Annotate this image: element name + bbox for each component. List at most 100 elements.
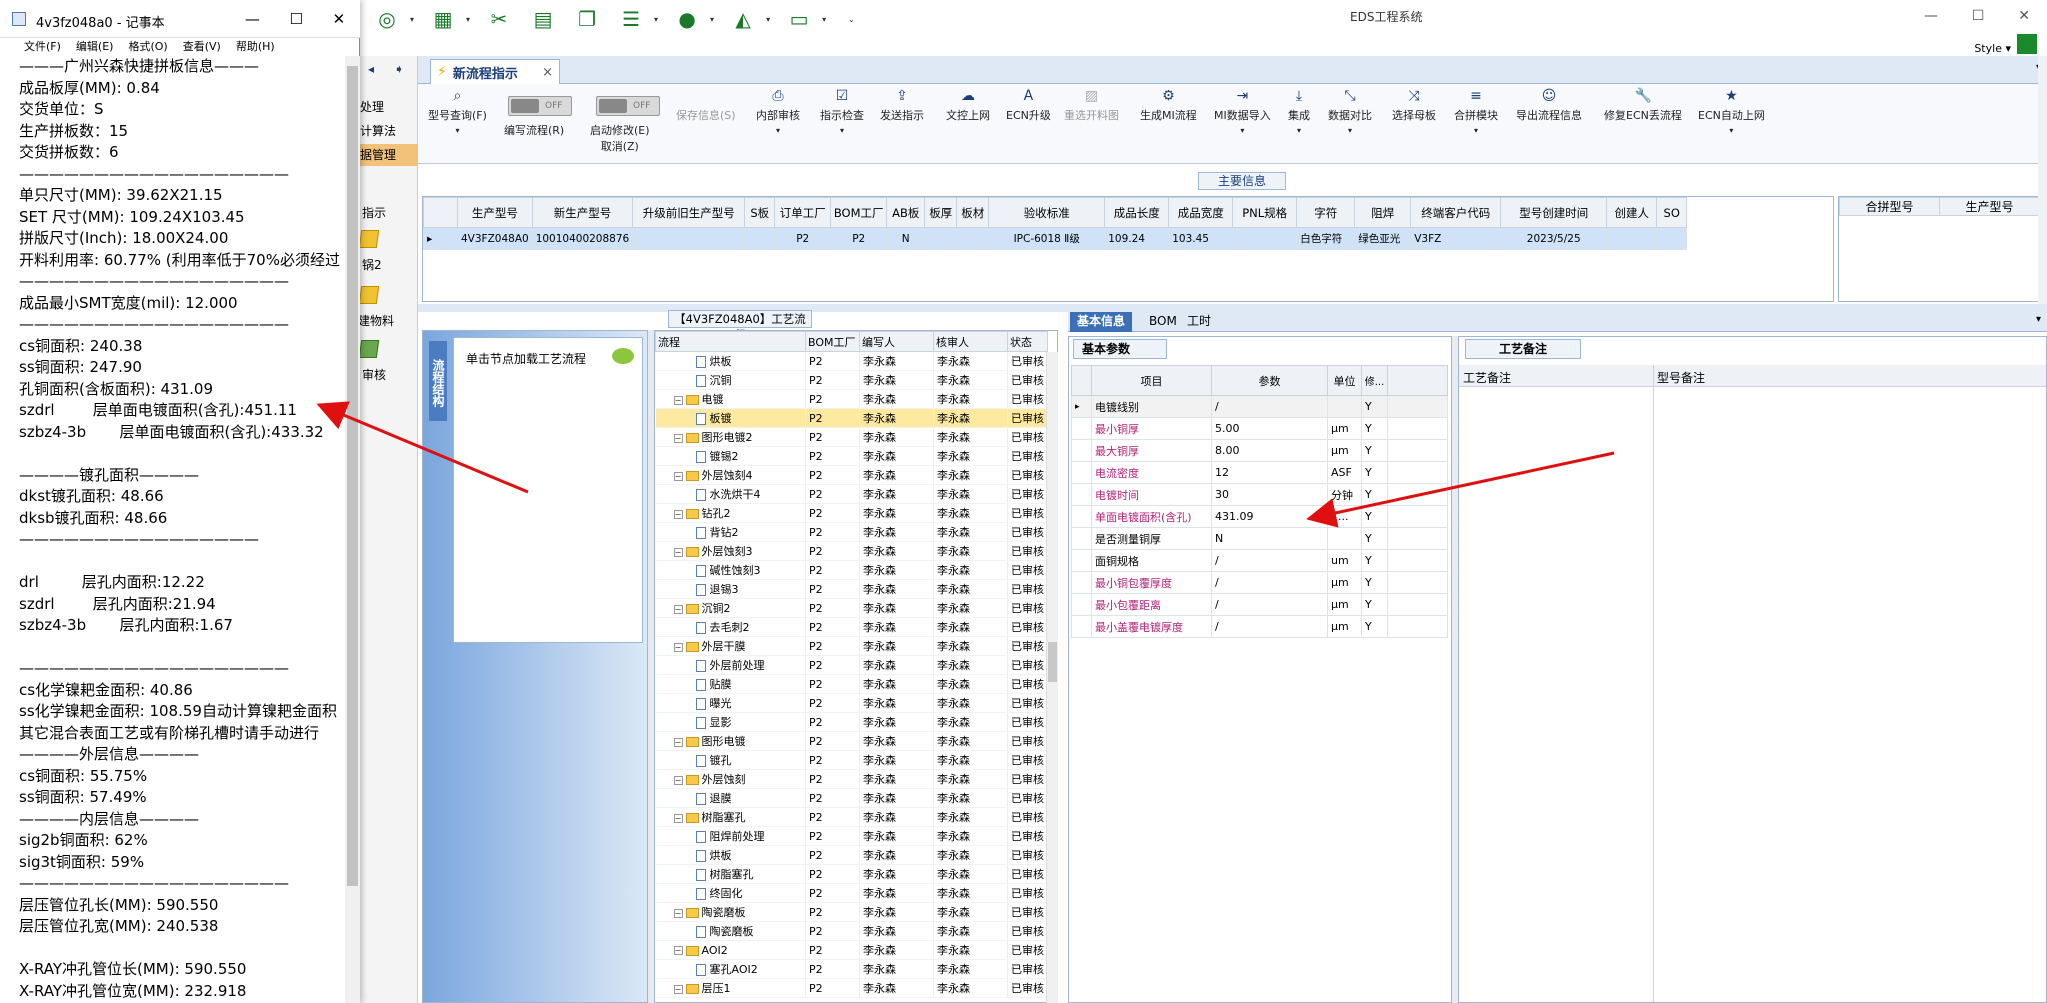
param-value[interactable]: 30 (1211, 483, 1328, 506)
tree-node-cell[interactable]: − 外层蚀刻4 (655, 465, 806, 485)
column-header[interactable]: 订单工厂 (774, 197, 832, 228)
tree-row[interactable]: − 钻孔2 P2 李永森 李永森 已审核 (655, 503, 1048, 523)
cell-writer[interactable]: 李永森 (859, 750, 934, 770)
cell-bom[interactable]: P2 (805, 921, 860, 941)
table-row[interactable]: ▸ 4V3FZ048A0 10010400208876 P2 P2 N IPC-… (423, 227, 1688, 250)
cell[interactable] (1232, 227, 1298, 250)
tree-row[interactable]: − 外层蚀刻 P2 李永森 李永森 已审核 (655, 769, 1048, 789)
doc-online-button[interactable]: ☁ 文控上网 (946, 88, 990, 158)
tab-work-hours[interactable]: 工时 (1180, 312, 1218, 332)
chevron-down-icon[interactable]: ▾ (710, 15, 714, 24)
tree-node-cell[interactable]: 沉铜 (655, 370, 806, 390)
tree-node-cell[interactable]: 阻焊前处理 (655, 826, 806, 846)
film-icon[interactable]: ▤ (528, 7, 558, 31)
param-row[interactable]: ▸ 电镀线别 / Y (1071, 395, 1448, 418)
collapse-icon[interactable]: − (673, 908, 683, 918)
cell-status[interactable]: 已审核 (1007, 712, 1048, 732)
cell-bom[interactable]: P2 (805, 484, 860, 504)
cell-status[interactable]: 已审核 (1007, 788, 1048, 808)
chevron-down-icon[interactable]: ▾ (466, 15, 470, 24)
cell-status[interactable]: 已审核 (1007, 864, 1048, 884)
cell-bom[interactable]: P2 (805, 883, 860, 903)
tree-row[interactable]: 烘板 P2 李永森 李永森 已审核 (655, 351, 1048, 371)
cell-reviewer[interactable]: 李永森 (933, 617, 1008, 637)
ring-icon[interactable]: ◎ (372, 7, 402, 31)
cell[interactable]: 2023/5/25 (1500, 227, 1608, 250)
table-icon[interactable]: ▦ (428, 7, 458, 31)
param-row[interactable]: 是否测量铜厚 N Y (1071, 527, 1448, 550)
cell-bom[interactable]: P2 (805, 446, 860, 466)
cell[interactable]: 109.24 (1104, 227, 1170, 250)
column-header[interactable]: 状态 (1007, 331, 1048, 352)
tree-row[interactable]: 阻焊前处理 P2 李永森 李永森 已审核 (655, 826, 1048, 846)
tree-row[interactable]: 陶瓷磨板 P2 李永森 李永森 已审核 (655, 921, 1048, 941)
list-icon[interactable]: ☰ (616, 7, 646, 31)
export-flow-info-button[interactable]: ☺ 导出流程信息 (1516, 88, 1582, 158)
cell-status[interactable]: 已审核 (1007, 541, 1048, 561)
cell-reviewer[interactable]: 李永森 (933, 370, 1008, 390)
tree-node-cell[interactable]: 背钻2 (655, 522, 806, 542)
cell-status[interactable]: 已审核 (1007, 940, 1048, 960)
param-value[interactable]: 8.00 (1211, 439, 1328, 462)
tree-node-cell[interactable]: 板镀 (655, 408, 806, 428)
collapse-icon[interactable]: − (673, 433, 683, 443)
tree-row[interactable]: − 沉铜2 P2 李永森 李永森 已审核 (655, 598, 1048, 618)
tree-row[interactable]: − 外层蚀刻4 P2 李永森 李永森 已审核 (655, 465, 1048, 485)
cell-writer[interactable]: 李永森 (859, 427, 934, 447)
cell-reviewer[interactable]: 李永森 (933, 389, 1008, 409)
tree-row[interactable]: − 陶瓷磨板 P2 李永森 李永森 已审核 (655, 902, 1048, 922)
tree-node-cell[interactable]: 塞孔AOI2 (655, 959, 806, 979)
column-header[interactable]: AB板 (886, 197, 926, 228)
param-value[interactable]: N (1211, 527, 1328, 550)
tab-scroll-right-icon[interactable]: ➧ (394, 62, 404, 76)
cell-bom[interactable]: P2 (805, 940, 860, 960)
tree-node-cell[interactable]: − 层压1 (655, 978, 806, 998)
tree-row[interactable]: 外层前处理 P2 李永森 李永森 已审核 (655, 655, 1048, 675)
column-header[interactable]: 参数 (1211, 365, 1328, 396)
column-header[interactable]: BOM工厂 (830, 197, 888, 228)
tree-node-cell[interactable]: − 沉铜2 (655, 598, 806, 618)
cell-status[interactable]: 已审核 (1007, 731, 1048, 751)
cell[interactable] (1656, 227, 1688, 250)
tree-row[interactable]: − 电镀 P2 李永森 李永森 已审核 (655, 389, 1048, 409)
collapse-icon[interactable]: − (673, 775, 683, 785)
minimize-button[interactable]: — (245, 10, 260, 28)
tree-row[interactable]: 沉铜 P2 李永森 李永森 已审核 (655, 370, 1048, 390)
cell-writer[interactable]: 李永森 (859, 902, 934, 922)
cell-reviewer[interactable]: 李永森 (933, 864, 1008, 884)
integrate-button[interactable]: ⤓ 集成 ▾ (1288, 88, 1310, 158)
style-menu[interactable]: Style ▾ (1974, 42, 2011, 55)
column-header[interactable]: 修... (1361, 365, 1388, 396)
ecn-auto-online-button[interactable]: ★ ECN自动上网 ▾ (1698, 88, 1765, 158)
cell-status[interactable]: 已审核 (1007, 883, 1048, 903)
cell-writer[interactable]: 李永森 (859, 579, 934, 599)
column-header[interactable]: 验收标准 (988, 197, 1106, 228)
cell-bom[interactable]: P2 (805, 408, 860, 428)
cell-bom[interactable]: P2 (805, 465, 860, 485)
cell-bom[interactable]: P2 (805, 959, 860, 979)
tree-row[interactable]: 树脂塞孔 P2 李永森 李永森 已审核 (655, 864, 1048, 884)
column-header[interactable]: 成品宽度 (1168, 197, 1234, 228)
column-header[interactable]: 板材 (956, 197, 990, 228)
chevron-down-icon[interactable]: ▾ (2036, 314, 2041, 325)
cell-bom[interactable]: P2 (805, 655, 860, 675)
cell-status[interactable]: 已审核 (1007, 408, 1048, 428)
tree-node-cell[interactable]: − 图形电镀 (655, 731, 806, 751)
cell-status[interactable]: 已审核 (1007, 978, 1048, 998)
tree-row[interactable]: 塞孔AOI2 P2 李永森 李永森 已审核 (655, 959, 1048, 979)
cell-status[interactable]: 已审核 (1007, 484, 1048, 504)
cell-bom[interactable]: P2 (805, 503, 860, 523)
cell-reviewer[interactable]: 李永森 (933, 940, 1008, 960)
cell-reviewer[interactable]: 李永森 (933, 541, 1008, 561)
collapse-icon[interactable]: − (673, 984, 683, 994)
cell-writer[interactable]: 李永森 (859, 864, 934, 884)
tree-node-cell[interactable]: 贴膜 (655, 674, 806, 694)
cell-status[interactable]: 已审核 (1007, 959, 1048, 979)
cell-reviewer[interactable]: 李永森 (933, 788, 1008, 808)
cell-status[interactable]: 已审核 (1007, 674, 1048, 694)
tab-scroll-left-icon[interactable]: ◂ (368, 62, 374, 76)
cell-reviewer[interactable]: 李永森 (933, 883, 1008, 903)
param-row[interactable]: 最小铜厚 5.00 μm Y (1071, 417, 1448, 440)
cell-bom[interactable]: P2 (805, 693, 860, 713)
cell-reviewer[interactable]: 李永森 (933, 446, 1008, 466)
